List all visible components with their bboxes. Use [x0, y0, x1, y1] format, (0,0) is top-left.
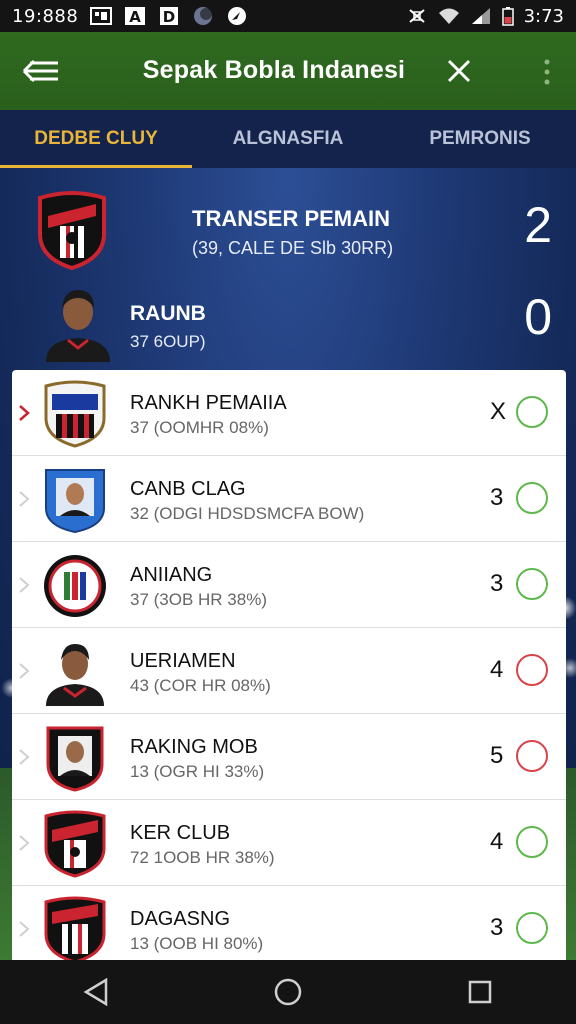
tab-dedbe-cluy[interactable]: DEDBE CLUY	[0, 110, 192, 168]
tab-algnasfia[interactable]: ALGNASFIA	[192, 110, 384, 168]
tab-bar: DEDBE CLUY ALGNASFIA PEMRONIS	[0, 110, 576, 168]
item-value: 4	[490, 828, 504, 855]
svg-text:D: D	[163, 8, 175, 26]
player-avatar-icon	[46, 290, 110, 362]
round-crest-icon	[44, 555, 106, 617]
item-subtitle: 72 1OOB HR 38%)	[130, 848, 275, 867]
d-icon: D	[160, 7, 179, 26]
summary-title: RAUNB	[130, 302, 206, 325]
app-bar: Sepak Bobla Indanesi	[0, 32, 576, 110]
status-ring-icon	[516, 826, 548, 858]
chevron-right-icon	[19, 921, 30, 937]
list-item[interactable]: UERIAMEN 43 (COR HR 08%) 4	[12, 628, 566, 714]
item-subtitle: 13 (OGR HI 33%)	[130, 762, 265, 781]
close-icon[interactable]	[446, 58, 472, 84]
item-subtitle: 43 (COR HR 08%)	[130, 676, 271, 695]
list-item[interactable]: ANIIANG 37 (3OB HR 38%) 3	[12, 542, 566, 628]
chevron-right-icon	[19, 749, 30, 765]
player-avatar-icon	[46, 644, 104, 706]
item-value: 5	[490, 742, 504, 769]
signal-icon	[471, 8, 490, 24]
status-ring-icon	[516, 482, 548, 514]
a-icon: A	[125, 7, 146, 26]
chevron-right-icon	[19, 835, 30, 851]
status-ring-icon	[516, 912, 548, 944]
svg-text:A: A	[130, 8, 142, 26]
item-name: CANB CLAG	[130, 478, 246, 500]
item-name: RANKH PEMAIIA	[130, 392, 287, 414]
summary-title: TRANSER PEMAIN	[192, 206, 391, 231]
wifi-icon	[438, 8, 459, 24]
tab-pemronis[interactable]: PEMRONIS	[384, 110, 576, 168]
home-icon[interactable]	[258, 968, 318, 1016]
compass-icon	[228, 7, 247, 25]
item-name: KER CLUB	[130, 822, 231, 844]
back-icon[interactable]	[66, 968, 126, 1016]
status-ring-icon	[516, 654, 548, 686]
list-item[interactable]: RAKING MOB 13 (OGR HI 33%) 5	[12, 714, 566, 800]
summary-score: 0	[524, 289, 552, 345]
status-bar: 19:888 A D 3:73	[0, 0, 576, 32]
item-value: 4	[490, 656, 504, 683]
vibrate-icon	[408, 9, 425, 23]
item-name: RAKING MOB	[130, 736, 258, 758]
list-item[interactable]: RANKH PEMAIIA 37 (OOMHR 08%) X	[12, 370, 566, 456]
summary-subtitle: (39, CALE DE Slb 30RR)	[192, 238, 394, 258]
list-item[interactable]: DAGASNG 13 (OOB HI 80%) 3	[12, 886, 566, 960]
item-name: UERIAMEN	[130, 650, 236, 672]
item-value: 3	[490, 570, 504, 597]
club-crest-icon	[44, 810, 106, 878]
list-item[interactable]: KER CLUB 72 1OOB HR 38%) 4	[12, 800, 566, 886]
club-crest-icon	[38, 191, 106, 270]
chevron-right-icon	[19, 491, 30, 507]
summary-score: 2	[524, 197, 552, 253]
status-ring-icon	[516, 568, 548, 600]
club-crest-icon	[44, 380, 106, 448]
chevron-right-icon	[19, 405, 30, 421]
list-item[interactable]: CANB CLAG 32 (ODGI HDSDSMCFA BOW) 3	[12, 456, 566, 542]
item-subtitle: 37 (OOMHR 08%)	[130, 418, 269, 437]
summary-subtitle: 37 6OUP)	[130, 332, 206, 351]
moon-icon	[194, 7, 213, 25]
shield-crest-icon	[46, 726, 104, 792]
more-vertical-icon[interactable]	[540, 58, 554, 86]
item-name: ANIIANG	[130, 564, 213, 586]
player-list: RANKH PEMAIIA 37 (OOMHR 08%) X CANB CLAG…	[12, 370, 566, 960]
status-clock: 3:73	[523, 5, 564, 27]
item-subtitle: 32 (ODGI HDSDSMCFA BOW)	[130, 504, 365, 523]
status-time: 19:888	[12, 5, 79, 27]
item-value: 3	[490, 914, 504, 941]
item-value: 3	[490, 484, 504, 511]
player-badge-icon	[45, 469, 105, 534]
status-ring-icon	[516, 740, 548, 772]
gallery-icon	[90, 7, 113, 25]
battery-icon	[501, 7, 514, 26]
item-subtitle: 13 (OOB HI 80%)	[130, 934, 264, 953]
chevron-right-icon	[19, 663, 30, 679]
item-subtitle: 37 (3OB HR 38%)	[130, 590, 267, 609]
club-crest-icon	[44, 896, 106, 960]
summary-row[interactable]: RAUNB 37 6OUP) 0	[0, 282, 576, 362]
item-name: DAGASNG	[130, 908, 231, 930]
item-value: X	[490, 398, 507, 425]
system-nav-bar	[0, 960, 576, 1024]
chevron-right-icon	[19, 577, 30, 593]
status-ring-icon	[516, 396, 548, 428]
summary-row[interactable]: TRANSER PEMAIN (39, CALE DE Slb 30RR) 2	[0, 190, 576, 270]
recents-icon[interactable]	[450, 968, 510, 1016]
